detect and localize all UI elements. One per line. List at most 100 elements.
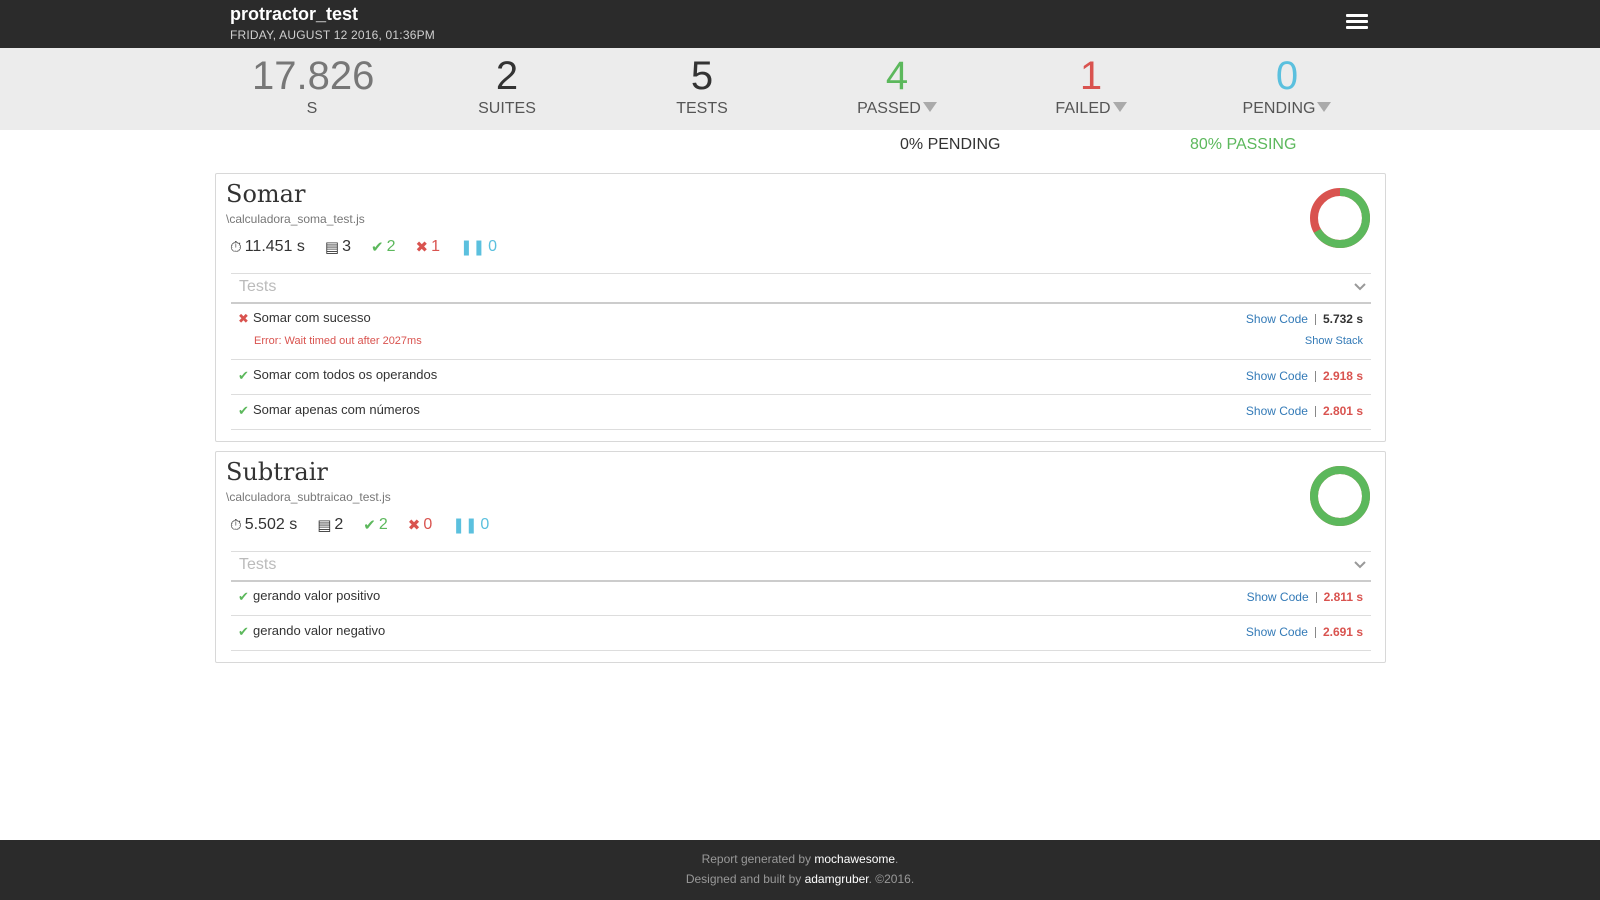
suite-card: Somar \calculadora_soma_test.js ⏱ 11.451… bbox=[215, 173, 1386, 442]
show-code-link[interactable]: Show Code bbox=[1246, 625, 1308, 639]
test-duration: 2.918 s bbox=[1322, 369, 1363, 383]
check-icon: ✔ bbox=[238, 368, 249, 383]
document-icon: ▤ bbox=[324, 239, 340, 256]
suite-title: Somar bbox=[226, 180, 306, 208]
stopwatch-icon: ⏱ bbox=[230, 516, 242, 534]
stopwatch-icon: ⏱ bbox=[230, 238, 242, 256]
summary-duration: 17.826 S bbox=[252, 52, 375, 118]
filter-icon[interactable] bbox=[922, 101, 937, 112]
test-name: gerando valor positivo bbox=[253, 588, 381, 603]
passing-percentage: 80% PASSING bbox=[1190, 136, 1297, 153]
test-duration: 5.732 s bbox=[1322, 312, 1363, 326]
test-row[interactable]: ✖ Somar com sucesso Error: Wait timed ou… bbox=[231, 303, 1371, 360]
pause-icon: ❚❚ bbox=[452, 517, 478, 534]
test-duration: 2.811 s bbox=[1323, 590, 1363, 604]
divider bbox=[1314, 313, 1316, 325]
test-name: Somar apenas com números bbox=[253, 402, 420, 417]
suite-pending-count: 0 bbox=[488, 238, 498, 255]
footer-text: Designed and built by bbox=[685, 872, 805, 886]
pending-count: 0 bbox=[1275, 54, 1299, 98]
page-footer: Report generated by mochawesome. Designe… bbox=[0, 840, 1600, 900]
footer-text: Report generated by bbox=[701, 852, 815, 866]
pending-percentage: 0% PENDING bbox=[900, 136, 1001, 153]
suite-file: \calculadora_subtraicao_test.js bbox=[226, 490, 391, 504]
suite-pending: ❚❚ 0 bbox=[460, 238, 497, 256]
suite-tests-count: 3 bbox=[342, 238, 351, 255]
show-code-link[interactable]: Show Code bbox=[1247, 590, 1309, 604]
check-icon: ✔ bbox=[238, 589, 249, 604]
test-name: gerando valor negativo bbox=[253, 623, 386, 638]
check-icon: ✔ bbox=[238, 624, 249, 639]
suite-tests: ▤ 2 bbox=[317, 516, 343, 534]
check-icon: ✔ bbox=[363, 517, 376, 534]
filter-icon[interactable] bbox=[1317, 101, 1332, 112]
footer-line-1: Report generated by mochawesome. bbox=[0, 852, 1600, 866]
suite-duration: ⏱ 11.451 s bbox=[230, 238, 305, 256]
chevron-down-icon[interactable] bbox=[1353, 280, 1367, 294]
divider bbox=[1314, 405, 1316, 417]
cross-icon: ✖ bbox=[407, 517, 421, 534]
suites-count: 2 bbox=[495, 54, 519, 98]
suite-pending: ❚❚ 0 bbox=[452, 516, 489, 534]
passed-label: PASSED bbox=[857, 100, 921, 117]
donut-pass-arc bbox=[1310, 466, 1370, 526]
suite-passes: ✔ 2 bbox=[363, 516, 387, 534]
tests-heading: Tests bbox=[239, 278, 277, 295]
show-code-link[interactable]: Show Code bbox=[1246, 312, 1308, 326]
test-row[interactable]: ✔ Somar apenas com números Show Code 2.8… bbox=[231, 395, 1371, 430]
test-name: Somar com todos os operandos bbox=[253, 367, 438, 382]
tests-header[interactable]: Tests bbox=[231, 273, 1371, 304]
pending-label: PENDING bbox=[1242, 100, 1316, 117]
summary-failed-filter[interactable]: 1 FAILED bbox=[1036, 52, 1146, 118]
suite-duration: ⏱ 5.502 s bbox=[230, 516, 297, 534]
footer-line-2: Designed and built by adamgruber. ©2016. bbox=[0, 872, 1600, 886]
suite-pending-count: 0 bbox=[480, 516, 490, 533]
suite-donut-chart bbox=[1310, 466, 1370, 526]
summary-pending-filter[interactable]: 0 PENDING bbox=[1232, 52, 1342, 118]
show-stack-link[interactable]: Show Stack bbox=[1305, 335, 1363, 347]
suite-failures-count: 1 bbox=[431, 238, 440, 255]
divider bbox=[1314, 370, 1316, 382]
suite-passes-count: 2 bbox=[378, 516, 388, 533]
filter-icon[interactable] bbox=[1112, 101, 1127, 112]
summary-passed-filter[interactable]: 4 PASSED bbox=[842, 52, 952, 118]
test-row[interactable]: ✔ gerando valor negativo Show Code 2.691… bbox=[231, 616, 1371, 651]
test-duration: 2.801 s bbox=[1322, 404, 1363, 418]
suite-stats: ⏱ 11.451 s ▤ 3 ✔ 2 ✖ 1 ❚❚ 0 bbox=[230, 238, 517, 256]
duration-value: 17.826 bbox=[252, 54, 375, 98]
suites-label: SUITES bbox=[478, 100, 536, 117]
adamgruber-link[interactable]: adamgruber bbox=[805, 872, 869, 886]
failed-label: FAILED bbox=[1055, 100, 1111, 117]
test-name: Somar com sucesso bbox=[253, 310, 371, 325]
show-code-link[interactable]: Show Code bbox=[1246, 369, 1308, 383]
test-row[interactable]: ✔ gerando valor positivo Show Code 2.811… bbox=[231, 581, 1371, 616]
report-date: FRIDAY, AUGUST 12 2016, 01:36PM bbox=[230, 28, 435, 42]
show-code-link[interactable]: Show Code bbox=[1246, 404, 1308, 418]
suite-passes-count: 2 bbox=[386, 238, 396, 255]
tests-header[interactable]: Tests bbox=[231, 551, 1371, 582]
suite-duration-value: 5.502 s bbox=[244, 516, 298, 533]
suite-tests: ▤ 3 bbox=[325, 238, 351, 256]
footer-text: . ©2016. bbox=[868, 872, 915, 886]
summary-tests: 5 TESTS bbox=[652, 52, 752, 118]
suite-donut-chart bbox=[1310, 188, 1370, 248]
menu-icon[interactable] bbox=[1346, 14, 1368, 32]
suite-title: Subtrair bbox=[226, 458, 328, 486]
pause-icon: ❚❚ bbox=[459, 239, 486, 256]
passed-count: 4 bbox=[885, 54, 909, 98]
suite-duration-value: 11.451 s bbox=[244, 238, 305, 255]
top-navbar: protractor_test FRIDAY, AUGUST 12 2016, … bbox=[0, 0, 1600, 48]
chevron-down-icon[interactable] bbox=[1353, 558, 1367, 572]
test-duration: 2.691 s bbox=[1322, 625, 1363, 639]
suite-card: Subtrair \calculadora_subtraicao_test.js… bbox=[215, 451, 1386, 663]
quick-summary: 17.826 S 2 SUITES 5 TESTS 4 PASSED 1 FAI… bbox=[0, 48, 1600, 130]
mochawesome-link[interactable]: mochawesome bbox=[814, 852, 895, 866]
test-row[interactable]: ✔ Somar com todos os operandos Show Code… bbox=[231, 360, 1371, 395]
document-icon: ▤ bbox=[317, 517, 332, 534]
cross-icon: ✖ bbox=[238, 311, 249, 326]
test-error: Error: Wait timed out after 2027ms bbox=[254, 335, 422, 347]
failed-count: 1 bbox=[1079, 54, 1103, 98]
suite-failures: ✖ 1 bbox=[415, 238, 439, 256]
suite-stats: ⏱ 5.502 s ▤ 2 ✔ 2 ✖ 0 ❚❚ 0 bbox=[230, 516, 509, 534]
report-title: protractor_test bbox=[230, 4, 359, 24]
